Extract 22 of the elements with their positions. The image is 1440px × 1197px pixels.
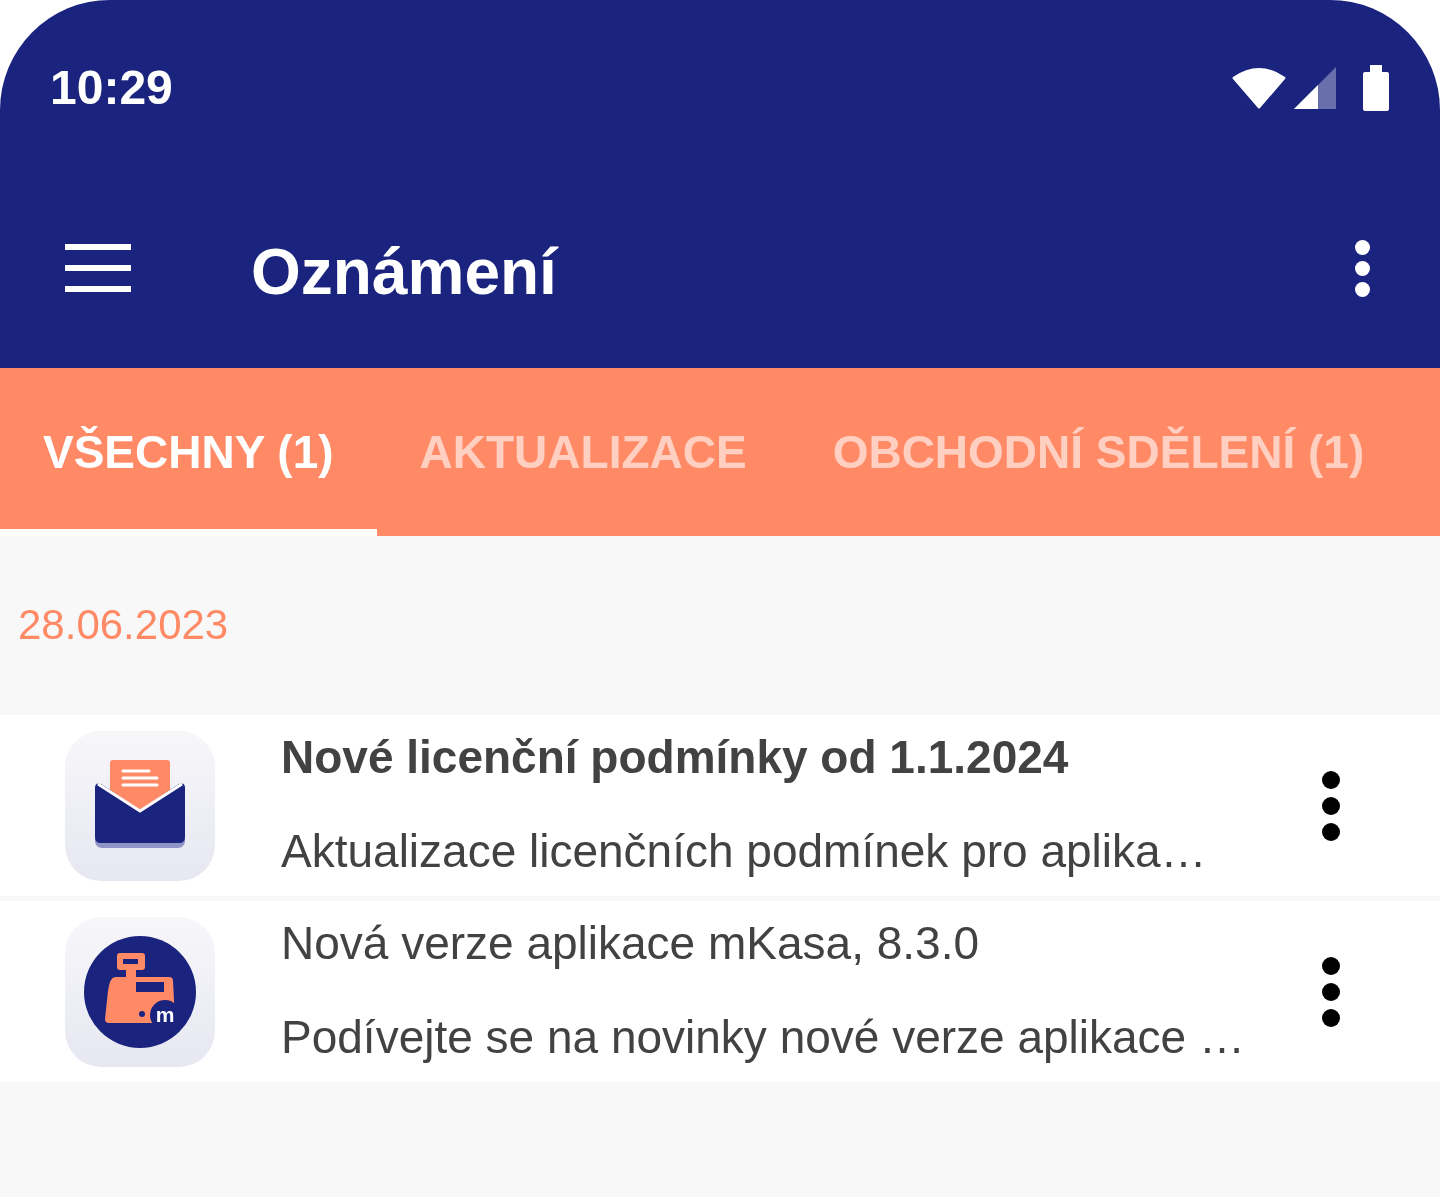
- date-heading: 28.06.2023: [18, 601, 229, 648]
- notification-summary: Podívejte se na novinky nové verze aplikace …: [281, 1010, 1245, 1064]
- cash-register-icon: [84, 935, 196, 1048]
- notification-card[interactable]: Nové licenční podmínky od 1.1.2024 Aktualizace licenčních podmínek pro aplika…: [0, 715, 1440, 896]
- notification-title: Nová verze aplikace mKasa, 8.3.0: [281, 916, 980, 970]
- notification-summary: Aktualizace licenčních podmínek pro aplika…: [281, 824, 1207, 878]
- more-options-icon[interactable]: [1355, 239, 1370, 297]
- more-options-icon[interactable]: [1322, 770, 1340, 841]
- notification-card[interactable]: m Nová verze aplikace mKasa, 8.3.0 Podívejte se na novinky nové verze aplikace …: [0, 901, 1440, 1082]
- more-options-icon[interactable]: [1322, 956, 1340, 1027]
- wifi-icon: [1232, 67, 1286, 109]
- logo-letter: m: [155, 1002, 175, 1026]
- app-bar-title: Oznámení: [251, 235, 557, 310]
- envelope-icon: [65, 730, 215, 881]
- notification-title: Nové licenční podmínky od 1.1.2024: [281, 730, 1069, 784]
- menu-icon[interactable]: [65, 244, 131, 292]
- battery-icon: [1363, 65, 1389, 111]
- tab[interactable]: OBCHODNÍ SDĚLENÍ (1): [789, 368, 1408, 536]
- signal-icon: [1294, 67, 1336, 109]
- tab[interactable]: VŠECHNY (1): [0, 368, 377, 536]
- tab[interactable]: AKTUALIZACE: [376, 368, 790, 536]
- status-time: 10:29: [50, 60, 173, 116]
